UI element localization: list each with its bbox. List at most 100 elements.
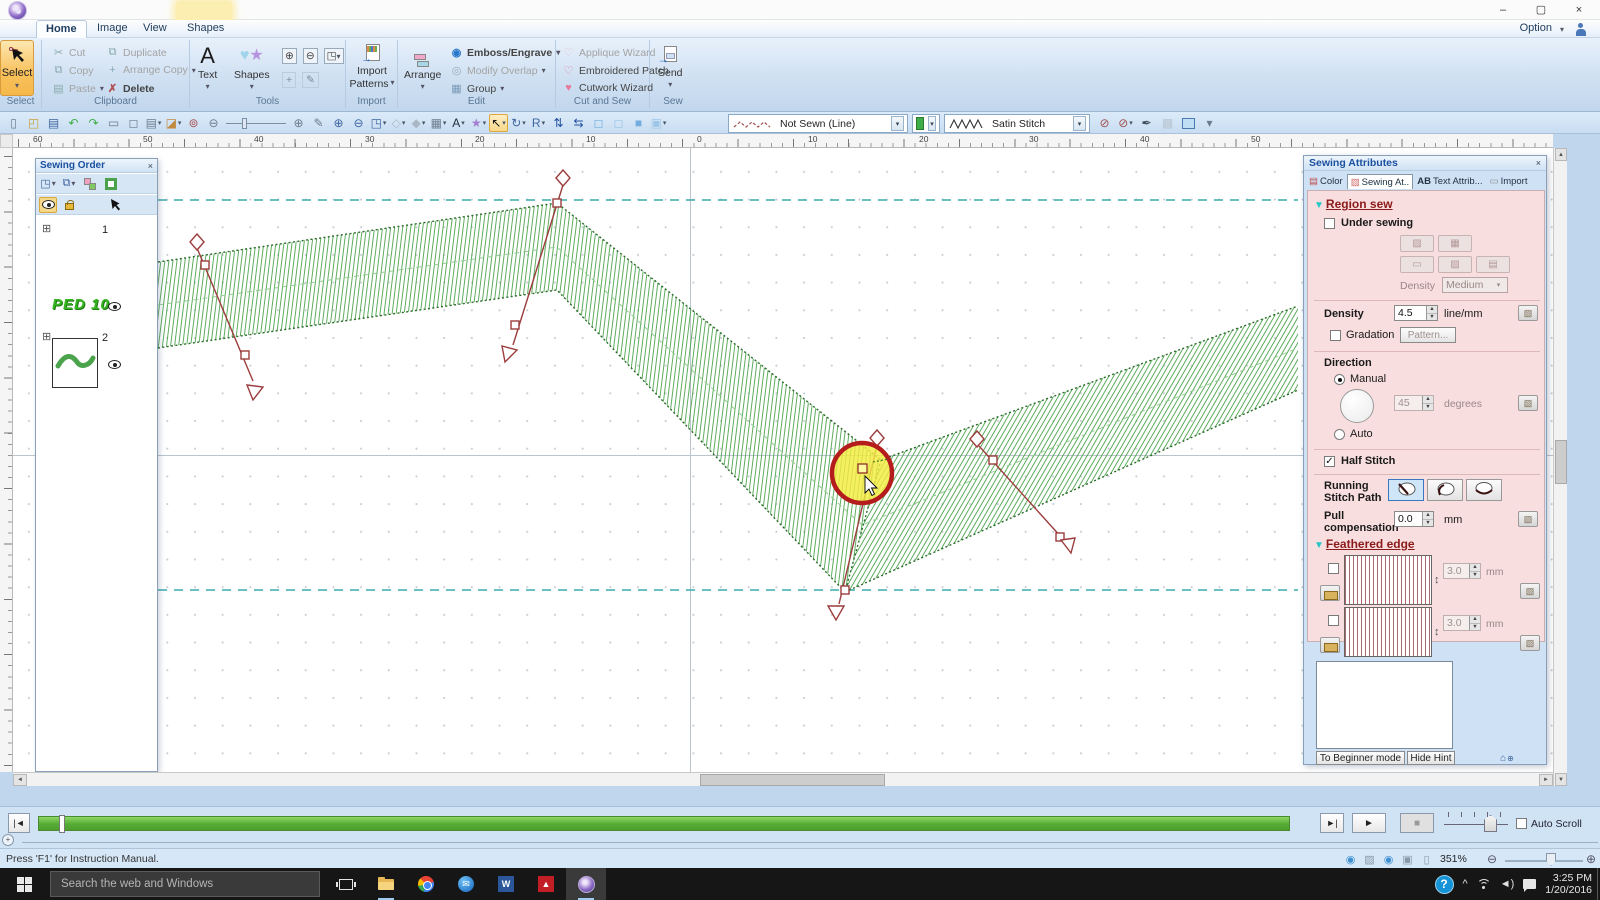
rotate-icon[interactable]: ↻▾ [509,114,528,132]
zoom-select-icon[interactable]: ⊚ [184,114,203,132]
thread-color-combo[interactable]: ▾ [912,114,940,133]
feather-bottom-spinner[interactable]: 3.0▲▼ [1443,615,1481,631]
zoom-out-icon[interactable]: ⊖ [349,114,368,132]
show-hide-button[interactable] [39,197,57,213]
order-item-2[interactable] [52,338,98,388]
speed-slider-track[interactable] [1444,824,1508,825]
emboss-engrave-button[interactable]: ◉Emboss/Engrave▾ [450,46,560,59]
flip-horizontal-icon[interactable]: ⇆ [569,114,588,132]
tab-sewing-attributes[interactable]: ▨Sewing At.. [1347,174,1414,189]
item2-visible-icon[interactable] [108,360,121,369]
horizontal-scrollbar[interactable]: ◄ ► [13,772,1553,786]
volume-icon[interactable]: ◄) [1500,878,1515,890]
density-spinner[interactable]: 4.5▲▼ [1394,305,1438,321]
under-sewing-pattern-button[interactable]: ▨ [1400,235,1434,252]
toolbar-overflow-icon[interactable]: ▾ [1200,114,1219,132]
applique-wizard-button[interactable]: ♡Applique Wizard [562,46,655,59]
paste-button[interactable]: ▤Paste▾ [52,82,104,95]
design-settings-icon[interactable]: ▭ [104,114,123,132]
tab-image[interactable]: Image [88,20,137,38]
zoom-slider-minus-icon[interactable]: ⊖ [204,114,223,132]
feather-bottom-checkbox[interactable] [1328,615,1339,626]
expand-strip-button[interactable]: + [2,834,14,846]
gradation-pattern-button[interactable]: Pattern... [1400,327,1456,343]
order-item-1[interactable]: PED 10 [52,296,110,313]
stipple-icon[interactable]: ✒ [1137,114,1156,132]
pan-button[interactable]: + [282,72,296,88]
tab-import[interactable]: ▭Import [1487,174,1531,189]
feather-top-pattern-button[interactable] [1320,585,1340,601]
minimize-button[interactable]: – [1488,0,1518,19]
scroll-right-icon[interactable]: ► [1539,774,1553,786]
tab-text-attributes[interactable]: ABText Attrib... [1414,174,1485,189]
selected-node-handle[interactable] [858,464,867,473]
zoom-slider[interactable] [224,114,288,132]
applique-material-icon[interactable]: ▩ [1158,114,1177,132]
flip-vertical-icon[interactable]: ⇅ [549,114,568,132]
tab-home[interactable]: Home [36,20,87,38]
feather-bottom-pattern-button[interactable] [1320,637,1340,653]
line-sew-dropdown-icon[interactable]: ▾ [891,116,904,131]
app-logo-icon[interactable] [8,1,27,20]
beginner-mode-button[interactable]: To Beginner mode [1316,751,1405,765]
half-stitch-checkbox[interactable]: ✓ [1324,456,1335,467]
redo-icon[interactable]: ↷ [84,114,103,132]
not-sew-line-icon[interactable]: ⊘ [1095,114,1114,132]
line-sew-type-combo[interactable]: Not Sewn (Line) ▾ [728,114,908,133]
zoom-fit-button[interactable]: ◳▾ [324,48,344,64]
tab-view[interactable]: View [134,20,176,38]
under-sewing-pattern-button[interactable]: ▤ [1476,256,1510,273]
duplicate-button[interactable]: ⧉Duplicate [106,46,167,59]
zoom-plus-icon[interactable]: ⊕ [1586,852,1596,866]
text-tool-button[interactable]: A Text▾ [198,44,217,91]
fit-window-icon[interactable]: ◳▾ [369,114,388,132]
task-view-icon[interactable] [326,868,366,900]
shapes-tool-icon[interactable]: ★▾ [469,114,488,132]
vertical-scrollbar[interactable]: ▲ ▼ [1553,148,1567,786]
simulator-stop-button[interactable]: ■ [1400,813,1434,833]
zoom-slider-track[interactable] [1505,860,1583,862]
measure-button[interactable]: ✎ [302,72,319,88]
cutwork-wizard-button[interactable]: ♥Cutwork Wizard [562,82,653,94]
chrome-icon[interactable] [406,868,446,900]
expander-icon[interactable]: ⊞ [42,332,51,343]
taskbar-search-input[interactable]: Search the web and Windows [50,871,320,897]
frame-edit-button[interactable] [102,176,120,192]
expander-icon[interactable]: ⊞ [42,224,51,235]
user-account-icon[interactable] [1575,23,1586,36]
zoom-slider-thumb[interactable] [1546,853,1556,866]
pull-compensation-spinner[interactable]: 0.0▲▼ [1394,511,1434,527]
pedesign-icon[interactable] [566,868,606,900]
gradation-checkbox[interactable] [1330,330,1341,341]
realistic-view-status-icon[interactable]: ◉ [1381,852,1396,866]
direction-manual-radio[interactable] [1334,374,1345,385]
simulator-play-button[interactable]: ► [1352,813,1386,833]
stitch-progress-thumb[interactable] [59,815,65,833]
select-button[interactable]: Select ▾ [0,40,34,96]
scroll-down-icon[interactable]: ▼ [1555,773,1567,786]
under-sewing-pattern-button[interactable]: ▦ [1438,235,1472,252]
scroll-up-icon[interactable]: ▲ [1555,148,1567,161]
stitch-progress-bar[interactable] [38,816,1290,831]
pull-apply-button[interactable]: ▧ [1518,511,1538,527]
zoom-in-button[interactable]: ⊕ [282,48,297,64]
under-density-select[interactable]: Medium▾ [1442,277,1508,293]
shapes-tool-button[interactable]: ♥★ Shapes▾ [234,44,270,91]
region-sew-header[interactable]: ▼Region sew [1314,197,1393,211]
design-property-icon[interactable]: ▤▾ [144,114,163,132]
simulator-rewind-button[interactable]: |◄ [8,813,30,833]
modify-overlap-button[interactable]: ◎Modify Overlap▾ [450,64,546,77]
scroll-left-icon[interactable]: ◄ [13,774,27,786]
direction-apply-button[interactable]: ▧ [1518,395,1538,411]
feather-top-checkbox[interactable] [1328,563,1339,574]
save-icon[interactable]: ▤ [44,114,63,132]
item1-visible-icon[interactable] [108,302,121,311]
simulator-forward-button[interactable]: ►| [1320,813,1344,833]
delete-button[interactable]: ✗Delete [106,82,155,95]
running-path-option-2[interactable] [1427,479,1463,501]
frame-select-button[interactable]: ◳▾ [39,176,57,192]
stitch-view-icon[interactable]: ◇▾ [389,114,408,132]
hoop-icon[interactable]: ◻ [124,114,143,132]
feather-top-apply-button[interactable]: ▧ [1520,583,1540,599]
new-file-icon[interactable]: ▯ [4,114,23,132]
